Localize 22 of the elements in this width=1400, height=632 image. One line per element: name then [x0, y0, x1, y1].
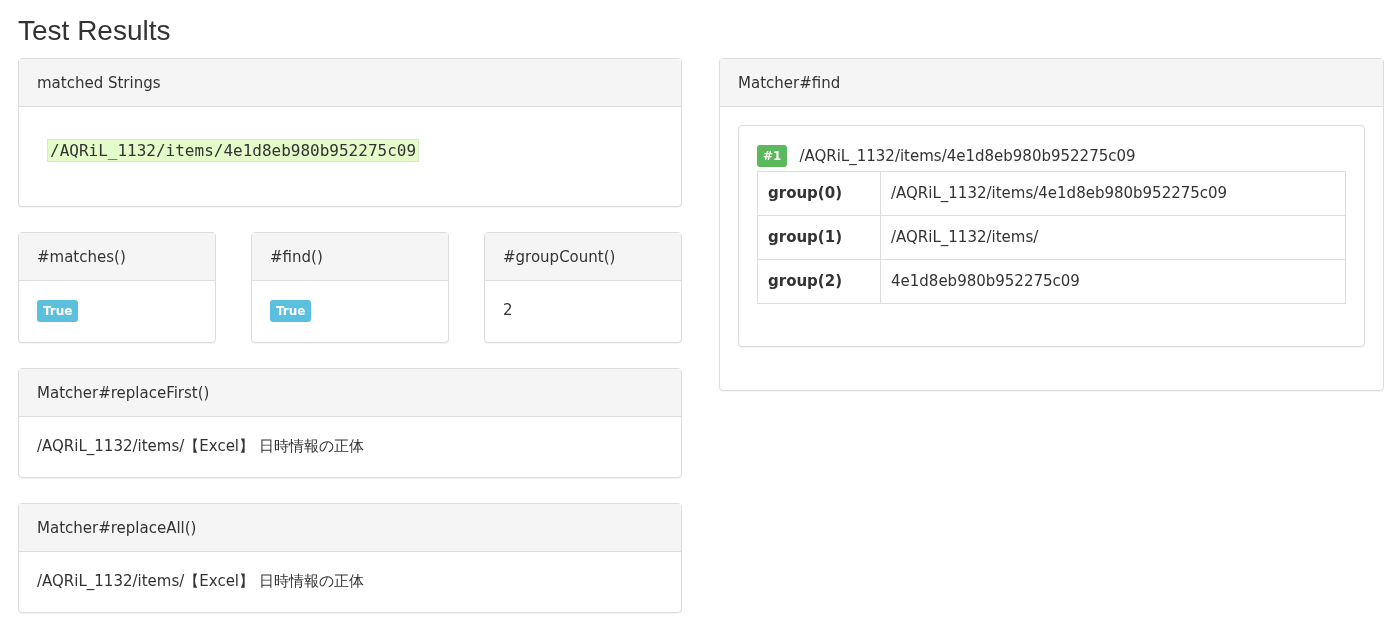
group-value: /AQRiL_1132/items/4e1d8eb980b952275c09 — [880, 171, 1346, 216]
panel-title: matched Strings — [37, 73, 161, 92]
panel-title: #groupCount() — [503, 247, 616, 266]
panel-title: #matches() — [37, 247, 126, 266]
result-label: True — [37, 299, 79, 322]
panel-title: Matcher#find — [738, 73, 841, 92]
page-title: Test Results — [18, 14, 172, 48]
result-value: 2 — [503, 300, 513, 319]
matched-string: /AQRiL_1132/items/4e1d8eb980b952275c09 — [47, 138, 420, 162]
group-name: group(0) — [757, 171, 881, 216]
replacement-result: /AQRiL_1132/items/【Excel】 日時情報の正体 — [37, 436, 364, 455]
panel-title: Matcher#replaceFirst() — [37, 383, 210, 402]
panel-title: Matcher#replaceAll() — [37, 518, 197, 537]
match-number-label: #1 — [757, 144, 788, 167]
result-label: True — [270, 299, 312, 322]
group-name: group(1) — [757, 215, 881, 260]
group-value: 4e1d8eb980b952275c09 — [880, 259, 1346, 304]
replacement-result: /AQRiL_1132/items/【Excel】 日時情報の正体 — [37, 571, 364, 590]
match-value: /AQRiL_1132/items/4e1d8eb980b952275c09 — [799, 145, 1136, 167]
group-value: /AQRiL_1132/items/ — [880, 215, 1346, 260]
group-name: group(2) — [757, 259, 881, 304]
panel-title: #find() — [270, 247, 323, 266]
